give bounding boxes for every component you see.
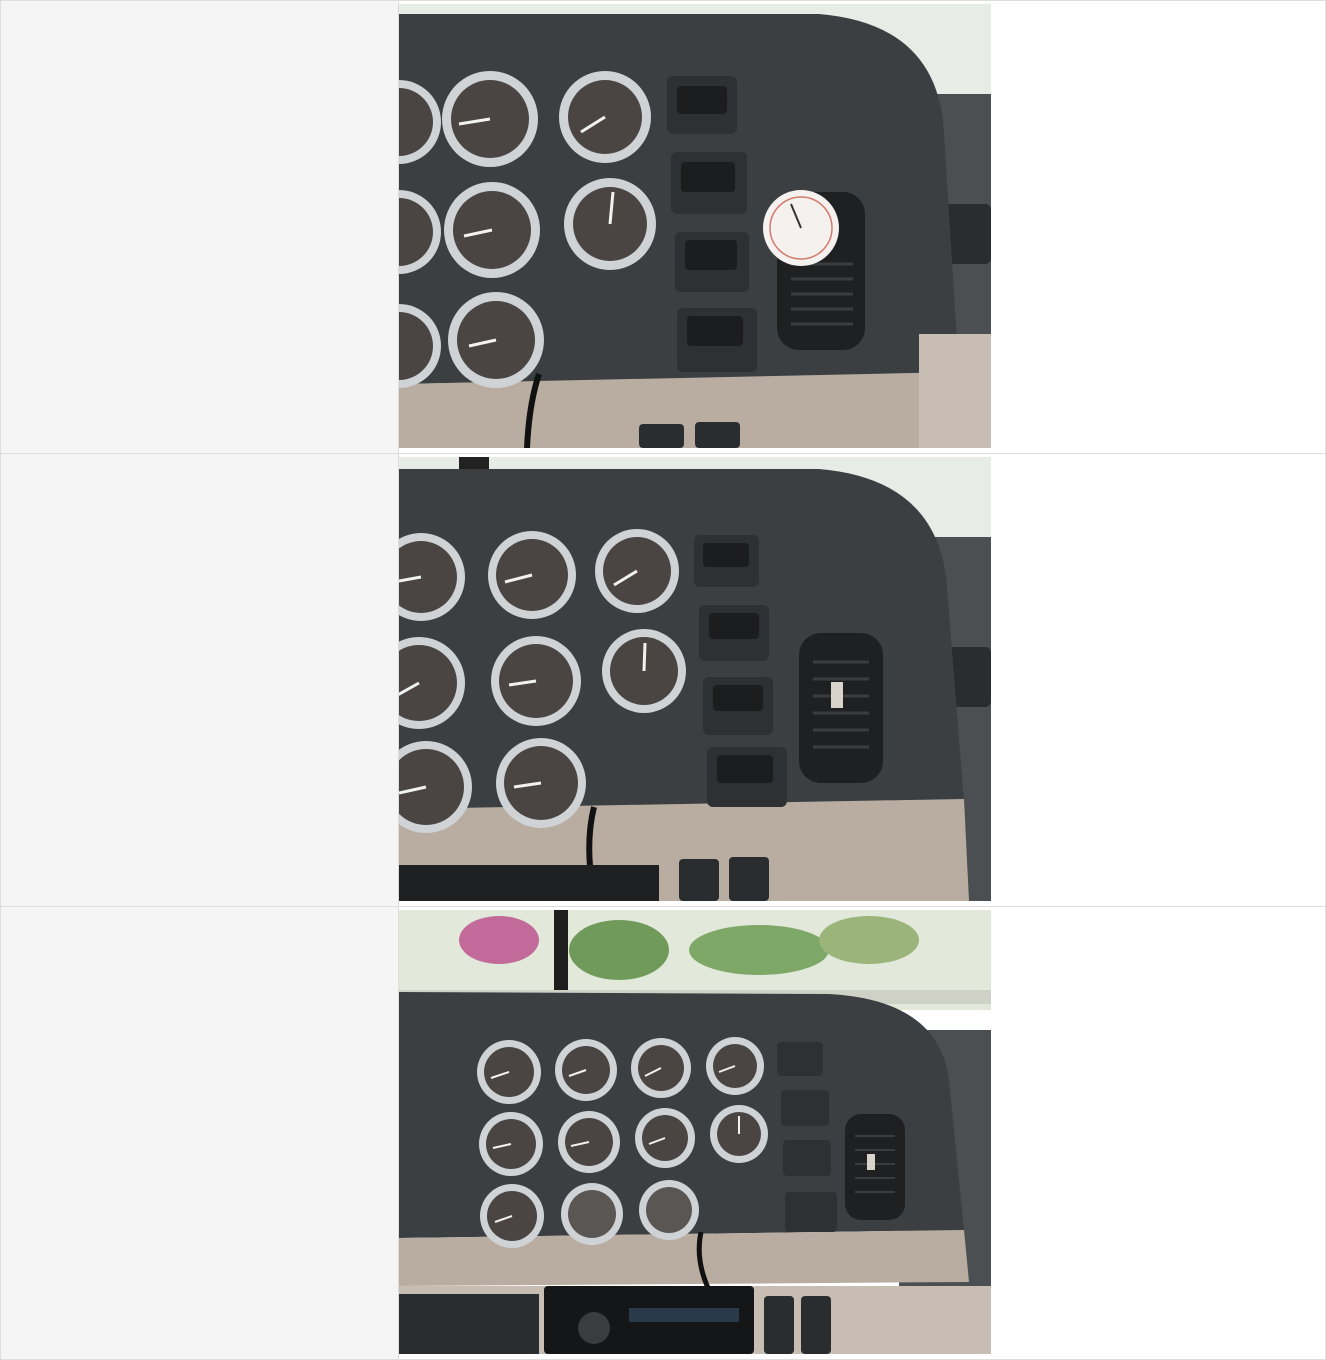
image-cell <box>398 906 1326 1360</box>
photo-grid <box>0 0 1326 1360</box>
label-cell <box>0 0 399 454</box>
image-cell <box>398 0 1326 454</box>
image-cell <box>398 453 1326 907</box>
label-cell <box>0 453 399 907</box>
label-cell <box>0 906 399 1360</box>
dashboard-photo[interactable] <box>399 4 991 448</box>
dashboard-photo[interactable] <box>399 910 991 1354</box>
grid-row <box>0 0 1326 454</box>
grid-row <box>0 453 1326 907</box>
grid-row <box>0 906 1326 1360</box>
dashboard-photo[interactable] <box>399 457 991 901</box>
